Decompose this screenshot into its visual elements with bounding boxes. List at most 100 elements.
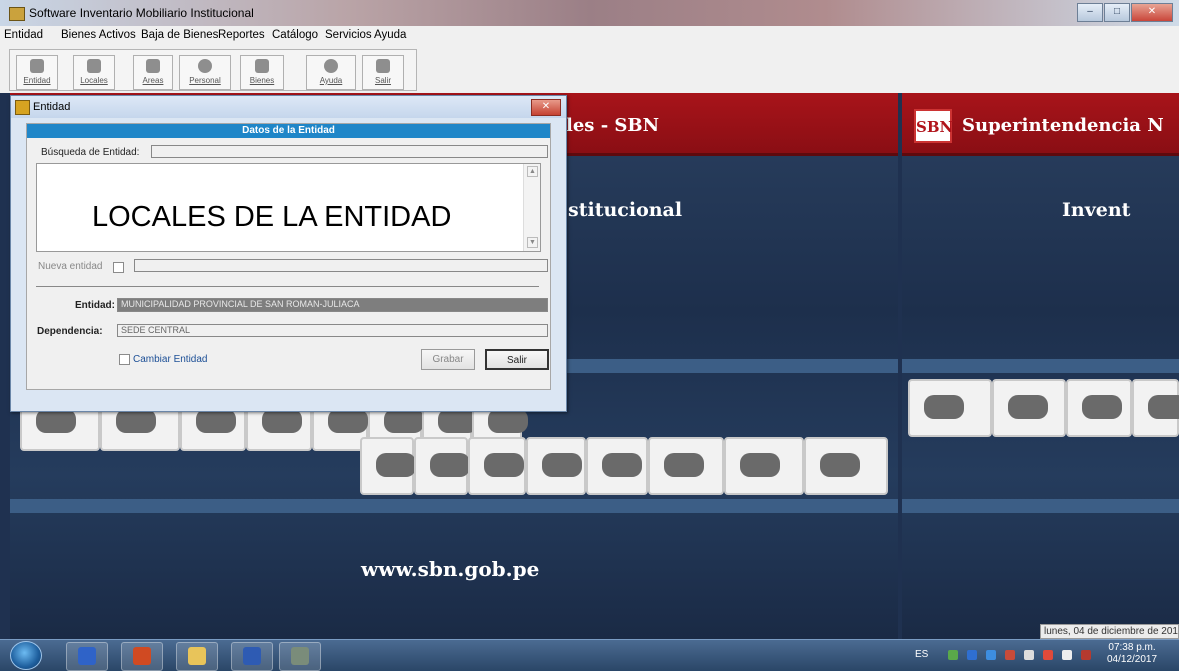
clock[interactable]: 07:38 p.m. 04/12/2017 xyxy=(1107,642,1157,666)
divider xyxy=(36,286,539,287)
powerpoint-taskbar-button[interactable] xyxy=(121,642,163,671)
menu-bar: Entidad Bienes Activos Baja de Bienes Re… xyxy=(0,26,1179,45)
help-icon xyxy=(324,59,338,73)
list-placeholder-text: LOCALES DE LA ENTIDAD xyxy=(92,201,452,233)
person-icon xyxy=(198,59,212,73)
grabar-button[interactable]: Grabar xyxy=(421,349,475,370)
sbn-logo: SBN xyxy=(914,109,953,143)
dependency-value-field: SEDE CENTRAL xyxy=(117,324,548,337)
goods-image xyxy=(724,437,804,495)
menu-reportes[interactable]: Reportes xyxy=(218,29,265,41)
background-banner-right: SBN Superintendencia N xyxy=(902,93,1179,156)
menu-bienes-activos[interactable]: Bienes Activos xyxy=(61,29,136,41)
books-icon xyxy=(15,100,30,115)
inventory-app-icon xyxy=(291,647,309,665)
entity-label: Entidad: xyxy=(75,300,115,311)
goods-image xyxy=(586,437,648,495)
entity-value-field: MUNICIPALIDAD PROVINCIAL DE SAN ROMAN-JU… xyxy=(117,298,548,312)
date-display: lunes, 04 de diciembre de 201 xyxy=(1040,624,1179,639)
powerpoint-icon xyxy=(133,647,151,665)
banner-text-left: les - SBN xyxy=(566,115,660,136)
folder-icon xyxy=(188,647,206,665)
exit-icon xyxy=(376,59,390,73)
taskbar: ES 07:38 p.m. 04/12/2017 xyxy=(0,639,1179,671)
house-icon xyxy=(87,59,101,73)
inventory-app-taskbar-button[interactable] xyxy=(279,642,321,671)
dialog-body: Datos de la Entidad Búsqueda de Entidad:… xyxy=(26,123,551,390)
locales-listbox[interactable]: LOCALES DE LA ENTIDAD ▲ ▼ xyxy=(36,163,541,252)
volume-icon[interactable] xyxy=(1024,650,1034,660)
menu-baja-de-bienes[interactable]: Baja de Bienes xyxy=(141,29,218,41)
toolbar-ayuda-button[interactable]: Ayuda xyxy=(306,55,356,90)
background-pane-right: SBN Superintendencia N Invent xyxy=(902,93,1179,639)
file-explorer-taskbar-button[interactable] xyxy=(176,642,218,671)
listbox-scrollbar[interactable]: ▲ ▼ xyxy=(523,164,540,251)
goods-image xyxy=(908,379,992,437)
areas-icon xyxy=(146,59,160,73)
banner-text-right: Superintendencia N xyxy=(962,115,1164,136)
search-input[interactable] xyxy=(151,145,548,158)
system-tray: ES 07:38 p.m. 04/12/2017 xyxy=(902,640,1179,671)
minimize-icon[interactable]: – xyxy=(1077,3,1103,22)
entidad-dialog: Entidad ✕ Datos de la Entidad Búsqueda d… xyxy=(10,95,567,412)
dependency-label: Dependencia: xyxy=(37,326,103,337)
window-titlebar: Software Inventario Mobiliario Instituci… xyxy=(0,0,1179,26)
close-icon[interactable]: ✕ xyxy=(531,99,561,116)
tray-app-icon[interactable] xyxy=(967,650,977,660)
network-icon[interactable] xyxy=(948,650,958,660)
scroll-up-icon[interactable]: ▲ xyxy=(527,166,538,177)
goods-image xyxy=(1132,379,1179,437)
toolbar: Entidad Locales Areas Personal Bienes Ay… xyxy=(0,45,1179,94)
media-player-icon xyxy=(78,647,96,665)
clock-date: 04/12/2017 xyxy=(1107,654,1158,665)
change-entity-checkbox[interactable] xyxy=(119,354,130,365)
goods-image xyxy=(1066,379,1132,437)
maximize-icon[interactable]: □ xyxy=(1104,3,1130,22)
menu-entidad[interactable]: Entidad xyxy=(4,29,43,41)
window-controls: – □ ✕ xyxy=(1076,3,1173,22)
close-icon[interactable]: ✕ xyxy=(1131,3,1173,22)
tray-app-icon[interactable] xyxy=(1081,650,1091,660)
subtitle-right: Invent xyxy=(1062,199,1131,221)
start-button[interactable] xyxy=(10,641,42,670)
scroll-down-icon[interactable]: ▼ xyxy=(527,237,538,248)
media-player-taskbar-button[interactable] xyxy=(66,642,108,671)
toolbar-group: Entidad Locales Areas Personal Bienes Ay… xyxy=(9,49,417,91)
stripe-band xyxy=(10,499,898,513)
dialog-header: Datos de la Entidad xyxy=(27,124,550,138)
goods-image xyxy=(360,437,416,495)
new-entity-checkbox[interactable] xyxy=(113,262,124,273)
dialog-titlebar: Entidad ✕ xyxy=(11,96,566,118)
toolbar-entidad-button[interactable]: Entidad xyxy=(16,55,58,90)
tray-app-icon[interactable] xyxy=(1005,650,1015,660)
new-entity-input[interactable] xyxy=(134,259,548,272)
stripe-band xyxy=(902,359,1179,373)
toolbar-salir-button[interactable]: Salir xyxy=(362,55,404,90)
salir-button[interactable]: Salir xyxy=(485,349,549,370)
menu-ayuda[interactable]: Ayuda xyxy=(374,29,406,41)
building-icon xyxy=(30,59,44,73)
toolbar-areas-button[interactable]: Areas xyxy=(133,55,173,90)
menu-catalogo[interactable]: Catálogo xyxy=(272,29,318,41)
toolbar-locales-button[interactable]: Locales xyxy=(73,55,115,90)
tray-app-icon[interactable] xyxy=(986,650,996,660)
toolbar-bienes-button[interactable]: Bienes xyxy=(240,55,284,90)
goods-image xyxy=(804,437,888,495)
clock-time: 07:38 p.m. xyxy=(1108,642,1156,653)
goods-image xyxy=(992,379,1066,437)
change-entity-label[interactable]: Cambiar Entidad xyxy=(133,354,207,365)
flag-icon[interactable] xyxy=(1062,650,1072,660)
goods-image xyxy=(414,437,470,495)
language-indicator[interactable]: ES xyxy=(915,649,928,660)
dialog-title: Entidad xyxy=(33,101,71,113)
battery-icon[interactable] xyxy=(1043,650,1053,660)
menu-servicios[interactable]: Servicios xyxy=(325,29,372,41)
goods-image xyxy=(648,437,724,495)
website-text: www.sbn.gob.pe xyxy=(361,557,540,581)
subtitle-left: stitucional xyxy=(568,199,683,221)
goods-icon xyxy=(255,59,269,73)
window-title: Software Inventario Mobiliario Instituci… xyxy=(29,6,254,20)
goods-image xyxy=(468,437,526,495)
word-taskbar-button[interactable] xyxy=(231,642,273,671)
toolbar-personal-button[interactable]: Personal xyxy=(179,55,231,90)
